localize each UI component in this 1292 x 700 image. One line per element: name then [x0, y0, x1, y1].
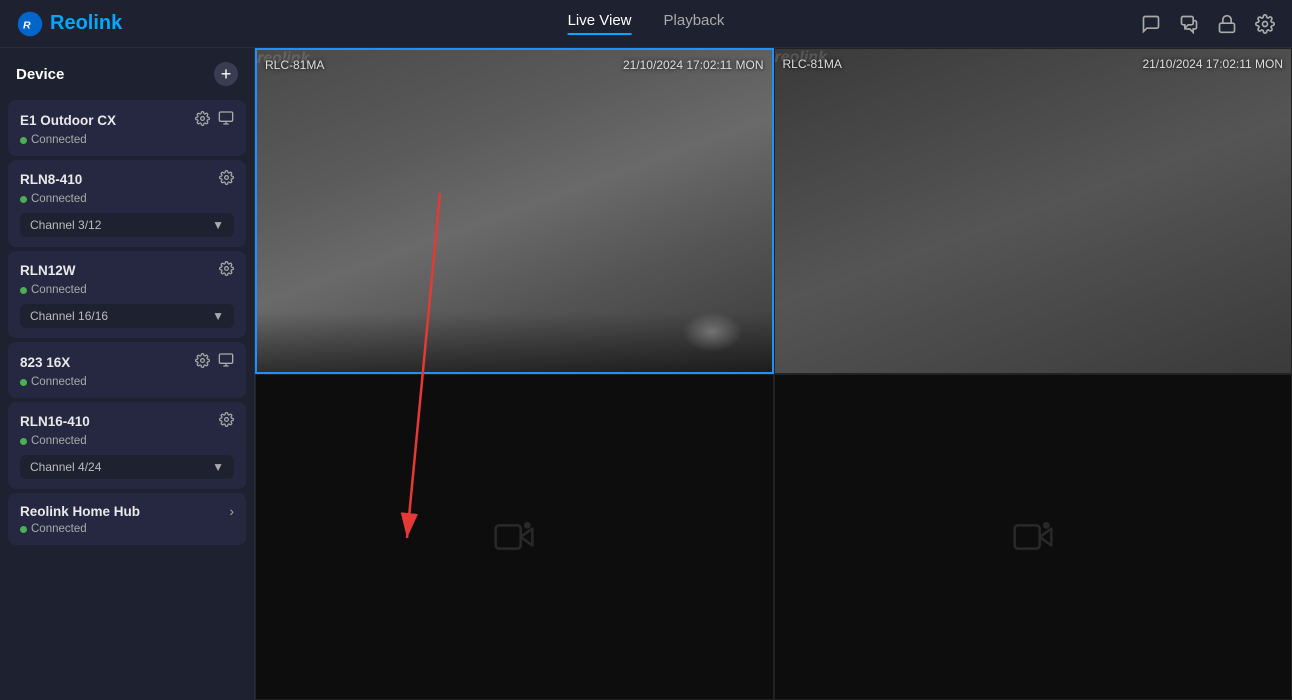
device-icons-rln12w — [219, 261, 234, 280]
device-top: E1 Outdoor CX — [20, 110, 234, 130]
cam-overlay-2: RLC-81MA 21/10/2024 17:02:11 MON — [783, 57, 1284, 71]
device-status-823: Connected — [20, 376, 234, 388]
status-dot-rln8 — [20, 196, 27, 203]
device-card-e1-outdoor-cx[interactable]: E1 Outdoor CX — [8, 100, 246, 156]
status-dot-rln16 — [20, 438, 27, 445]
empty-camera-icon-3 — [494, 517, 534, 557]
device-card-rln16-410[interactable]: RLN16-410 Connected Channel 4/24 ▼ — [8, 402, 246, 489]
status-dot-hub — [20, 526, 27, 533]
device-card-823-16x[interactable]: 823 16X — [8, 342, 246, 398]
status-dot-e1 — [20, 137, 27, 144]
nav-tabs: Live View Playback — [568, 12, 725, 35]
device-icons-rln16 — [219, 412, 234, 431]
settings-icon[interactable] — [1254, 13, 1276, 35]
camera-feed-1: RLC-81MA 21/10/2024 17:02:11 MON reolink — [257, 50, 772, 372]
device-name-rln8: RLN8-410 — [20, 172, 82, 187]
channel-row-rln12w[interactable]: Channel 16/16 ▼ — [20, 304, 234, 328]
header: R Reolink Live View Playback — [0, 0, 1292, 48]
message-icon[interactable] — [1140, 13, 1162, 35]
video-cell-3[interactable] — [255, 374, 774, 700]
device-status-rln12w: Connected — [20, 284, 234, 296]
video-cell-1[interactable]: RLC-81MA 21/10/2024 17:02:11 MON reolink — [255, 48, 774, 374]
device-card-home-hub[interactable]: Reolink Home Hub › Connected — [8, 493, 246, 545]
settings-icon-rln16[interactable] — [219, 412, 234, 431]
video-cell-2[interactable]: RLC-81MA 21/10/2024 17:02:11 MON reolink — [774, 48, 1292, 374]
tab-playback[interactable]: Playback — [664, 12, 725, 35]
svg-text:R: R — [23, 19, 31, 31]
main-layout: Device + E1 Outdoor CX — [0, 48, 1292, 700]
device-top-hub: Reolink Home Hub › — [20, 503, 234, 519]
device-name-rln12w: RLN12W — [20, 263, 76, 278]
cam-datetime-1: 21/10/2024 17:02:11 MON — [623, 58, 764, 72]
camera-feed-2: RLC-81MA 21/10/2024 17:02:11 MON reolink — [775, 49, 1292, 373]
device-name-e1: E1 Outdoor CX — [20, 113, 116, 128]
device-status-hub: Connected — [20, 523, 234, 535]
device-top-rln16: RLN16-410 — [20, 412, 234, 431]
settings-icon-823[interactable] — [195, 353, 210, 372]
feed-light-1 — [682, 312, 742, 352]
device-name-823: 823 16X — [20, 355, 70, 370]
cam-model-2: RLC-81MA — [783, 57, 842, 71]
device-icons-e1 — [195, 110, 234, 130]
device-card-rln12w[interactable]: RLN12W Connected Channel 16/16 ▼ — [8, 251, 246, 338]
settings-icon-rln8[interactable] — [219, 170, 234, 189]
settings-icon-e1[interactable] — [195, 111, 210, 130]
device-status-e1: Connected — [20, 134, 234, 146]
device-status-rln8: Connected — [20, 193, 234, 205]
status-dot-823 — [20, 379, 27, 386]
header-icons — [1140, 13, 1276, 35]
channel-label-rln16: Channel 4/24 — [30, 460, 101, 474]
chevron-down-icon-rln12w: ▼ — [212, 309, 224, 323]
sidebar-header: Device + — [0, 48, 254, 96]
device-card-rln8-410[interactable]: RLN8-410 Connected Channel 3/12 ▼ — [8, 160, 246, 247]
channel-label-rln12w: Channel 16/16 — [30, 309, 108, 323]
cam-overlay-1: RLC-81MA 21/10/2024 17:02:11 MON — [265, 58, 764, 72]
add-device-button[interactable]: + — [214, 62, 238, 86]
channel-row-rln8[interactable]: Channel 3/12 ▼ — [20, 213, 234, 237]
device-status-rln16: Connected — [20, 435, 234, 447]
extra-icon-823[interactable] — [218, 352, 234, 372]
settings-icon-rln12w[interactable] — [219, 261, 234, 280]
device-name-hub: Reolink Home Hub — [20, 504, 140, 519]
chat-icon[interactable] — [1178, 13, 1200, 35]
device-icons-rln8 — [219, 170, 234, 189]
device-name-rln16: RLN16-410 — [20, 414, 90, 429]
status-dot-rln12w — [20, 287, 27, 294]
logo-text: Reolink — [50, 12, 122, 35]
extra-icon-e1[interactable] — [218, 110, 234, 130]
empty-camera-icon-4 — [1013, 517, 1053, 557]
channel-label-rln8: Channel 3/12 — [30, 218, 101, 232]
device-top-823: 823 16X — [20, 352, 234, 372]
tab-live-view[interactable]: Live View — [568, 12, 632, 35]
video-cell-4[interactable] — [774, 374, 1292, 700]
cam-model-1: RLC-81MA — [265, 58, 324, 72]
sidebar-title: Device — [16, 66, 64, 83]
device-top-rln8: RLN8-410 — [20, 170, 234, 189]
chevron-right-icon-hub: › — [229, 503, 234, 519]
device-icons-823 — [195, 352, 234, 372]
sidebar: Device + E1 Outdoor CX — [0, 48, 255, 700]
chevron-down-icon-rln16: ▼ — [212, 460, 224, 474]
device-top-rln12w: RLN12W — [20, 261, 234, 280]
logo: R Reolink — [16, 10, 122, 38]
channel-row-rln16[interactable]: Channel 4/24 ▼ — [20, 455, 234, 479]
video-grid: RLC-81MA 21/10/2024 17:02:11 MON reolink… — [255, 48, 1292, 700]
chevron-down-icon-rln8: ▼ — [212, 218, 224, 232]
lock-icon[interactable] — [1216, 13, 1238, 35]
cam-datetime-2: 21/10/2024 17:02:11 MON — [1142, 57, 1283, 71]
